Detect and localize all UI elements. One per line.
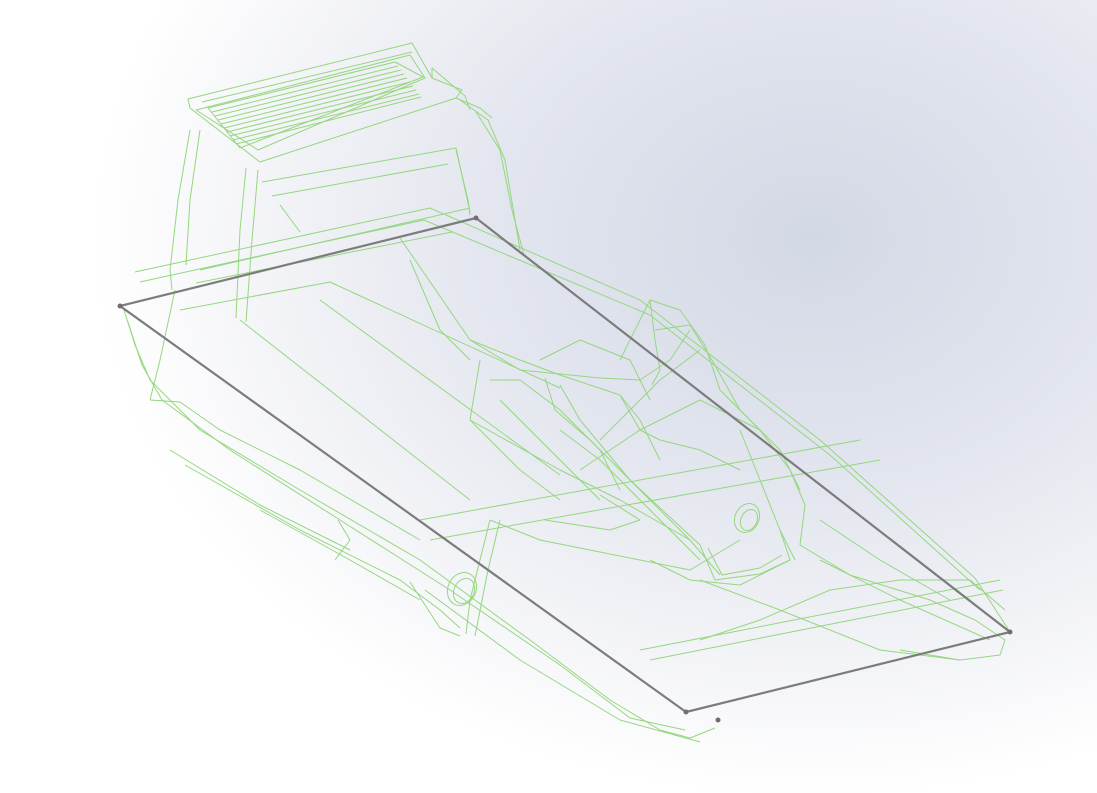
sketch-vertex — [683, 709, 689, 715]
selected-sketch[interactable] — [117, 215, 1013, 723]
sketch-edge-left — [118, 304, 688, 714]
center-console[interactable] — [399, 237, 791, 586]
sketch-vertex — [1007, 629, 1013, 635]
left-pontoon-hull[interactable] — [123, 289, 716, 743]
canopy-roof[interactable] — [187, 42, 493, 163]
deck-outline[interactable] — [134, 207, 1011, 661]
cad-model-canvas[interactable] — [0, 0, 1097, 793]
sketch-vertex — [117, 303, 123, 309]
sketch-vertex — [715, 717, 721, 723]
sketch-edge-rear — [118, 216, 478, 308]
sketch-edge-right — [474, 216, 1012, 634]
right-pontoon-porthole — [733, 502, 761, 534]
sketch-edge-front — [684, 630, 1012, 714]
graphics-viewport[interactable] — [0, 0, 1097, 793]
sketch-vertex — [473, 215, 479, 221]
